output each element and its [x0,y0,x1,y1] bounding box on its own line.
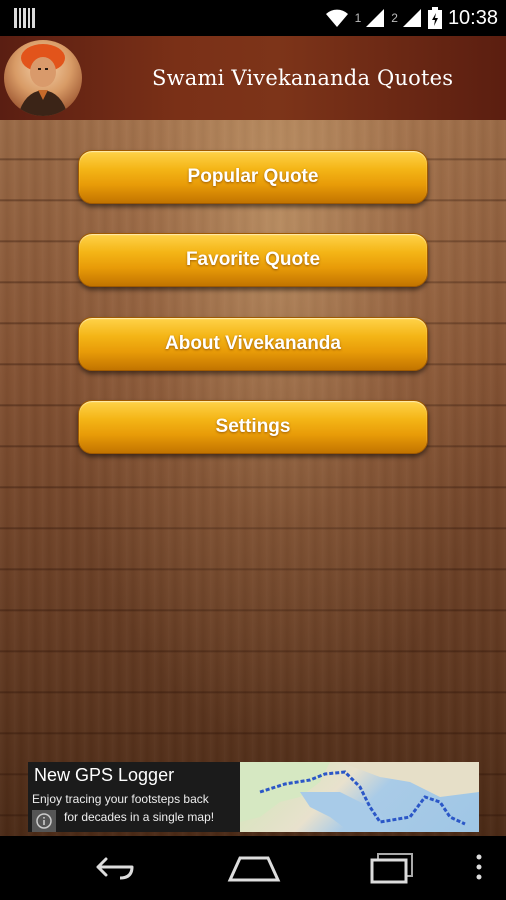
navigation-bar [0,836,506,900]
avatar [4,40,82,116]
sim2-label: 2 [391,11,398,25]
status-bar: 1 2 10:38 [0,0,506,36]
barcode-icon [14,8,35,28]
recents-icon[interactable] [368,850,420,884]
ad-text-area: New GPS Logger Enjoy tracing your footst… [28,762,240,832]
status-time: 10:38 [447,6,498,29]
app-title: Swami Vivekananda Quotes [152,66,454,90]
signal-icon [402,9,421,27]
info-icon[interactable] [32,810,56,832]
ad-banner[interactable]: New GPS Logger Enjoy tracing your footst… [28,762,479,832]
settings-button[interactable]: Settings [78,400,428,454]
popular-quote-button[interactable]: Popular Quote [78,150,428,204]
ad-description-line1: Enjoy tracing your footsteps back [32,792,209,806]
back-icon[interactable] [88,850,138,884]
about-vivekananda-button[interactable]: About Vivekananda [78,317,428,371]
app-header: Swami Vivekananda Quotes [0,36,506,120]
wifi-icon [325,9,348,27]
main-content: Popular Quote Favorite Quote About Vivek… [0,120,506,836]
ad-title: New GPS Logger [34,765,175,785]
home-icon[interactable] [226,850,282,884]
map-image [240,762,479,832]
portrait-icon [18,44,68,116]
sim1-label: 1 [354,11,362,25]
battery-icon [427,7,442,29]
signal-icon [366,9,385,27]
ad-description-line2: for decades in a single map! [64,810,215,824]
overflow-menu-icon[interactable] [472,850,486,884]
status-icons: 1 2 10:38 [325,0,498,36]
screen: 1 2 10:38 Swami Vivekananda Quotes Popul… [0,0,506,900]
favorite-quote-button[interactable]: Favorite Quote [78,233,428,287]
